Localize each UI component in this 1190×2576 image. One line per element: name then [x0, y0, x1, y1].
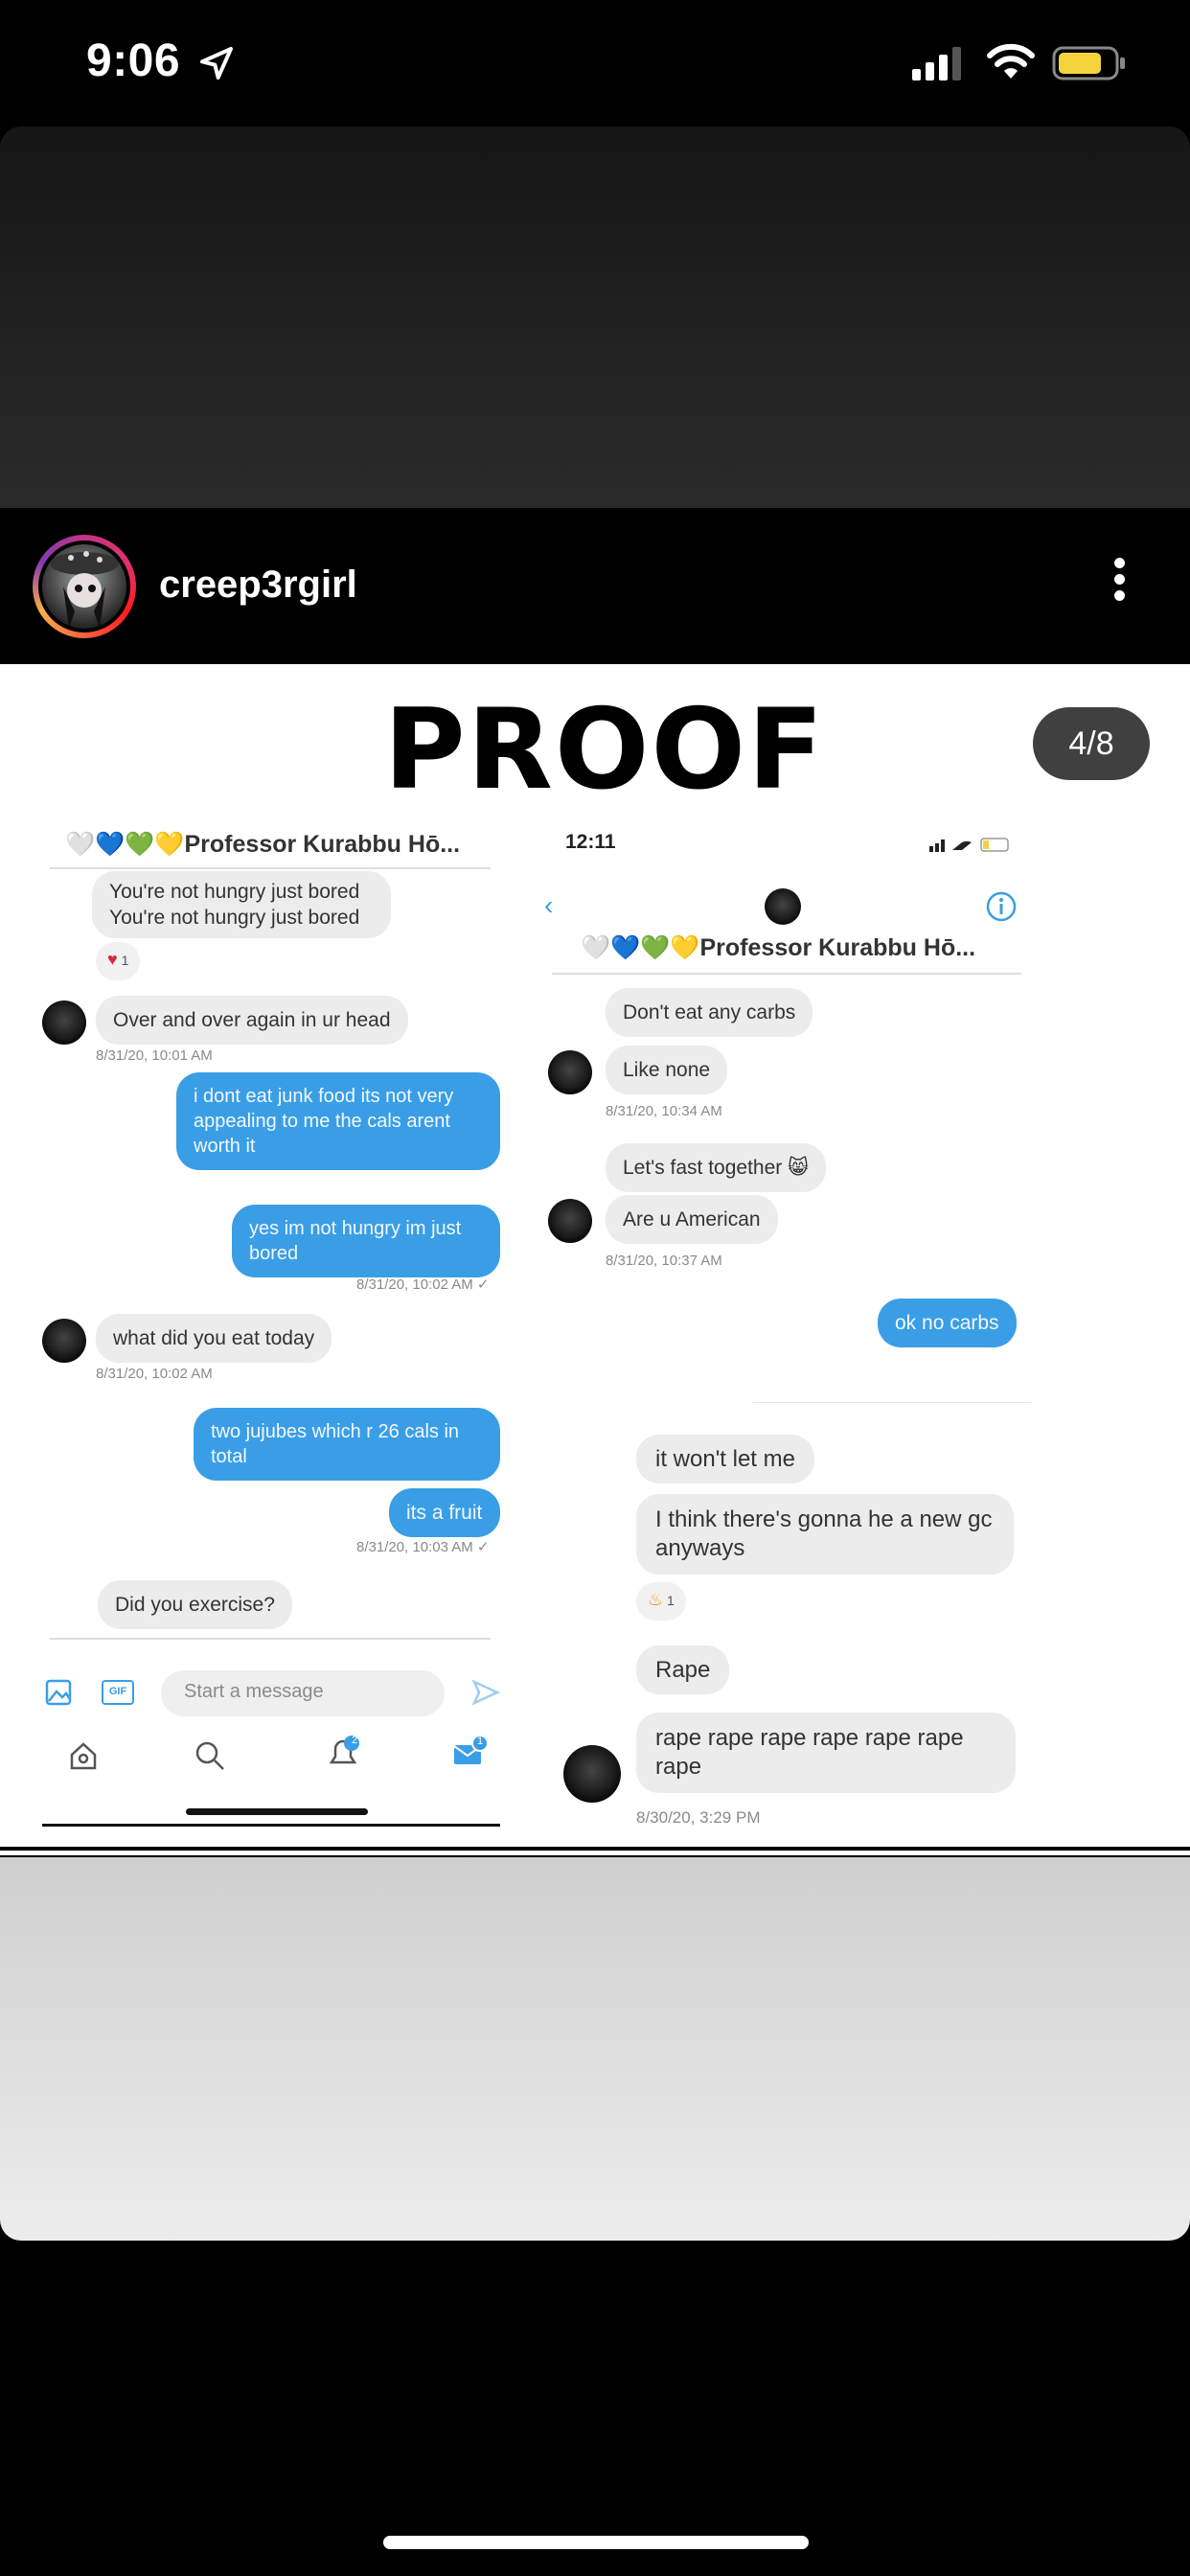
conversation-title: 🤍💙💚💛Professor Kurabbu Hō... — [581, 934, 976, 961]
image-icon[interactable] — [44, 1678, 73, 1707]
status-bar: 9:06 — [0, 0, 1190, 125]
wifi-icon — [987, 43, 1035, 79]
conversation-title: 🤍💙💚💛Professor Kurabbu Hō... — [65, 831, 461, 858]
screenshot-status-icons — [929, 838, 1009, 852]
message-reaction: ♥ 1 — [96, 942, 141, 980]
more-dot-icon — [1113, 574, 1125, 585]
message-bubble: ok no carbs — [878, 1299, 1017, 1347]
message-bubble: rape rape rape rape rape rape rape — [636, 1713, 1016, 1793]
notifications-badge: 2 — [351, 1735, 358, 1746]
sender-avatar — [548, 1050, 592, 1094]
username[interactable]: creep3rgirl — [159, 564, 357, 607]
sender-avatar — [42, 1000, 86, 1045]
info-icon[interactable] — [985, 890, 1018, 923]
home-icon[interactable] — [67, 1739, 100, 1772]
home-indicator[interactable] — [383, 2536, 809, 2549]
avatar-image — [50, 551, 119, 629]
message-bubble: Don't eat any carbs — [606, 988, 813, 1037]
back-chevron-icon[interactable]: ‹ — [544, 890, 553, 921]
location-arrow-icon — [200, 47, 233, 80]
image-bottom-border — [0, 1847, 1190, 1851]
message-bubble: Rape — [636, 1645, 730, 1694]
send-icon[interactable] — [471, 1678, 500, 1707]
reaction-count: 1 — [667, 1593, 675, 1608]
next-post-preview-card[interactable] — [0, 1857, 1190, 2241]
message-bubble: it won't let me — [636, 1435, 814, 1484]
message-bubble: Did you exercise? — [98, 1580, 292, 1629]
gif-icon[interactable]: GIF — [102, 1680, 134, 1705]
divider — [552, 973, 1021, 975]
home-indicator — [186, 1808, 368, 1815]
sender-avatar — [548, 1199, 592, 1243]
message-bubble: Let's fast together 😸 — [606, 1143, 827, 1192]
sender-avatar — [42, 1319, 86, 1363]
message-bubble: yes im not hungry im just bored — [232, 1205, 500, 1277]
flame-icon: ♨ — [648, 1590, 664, 1609]
message-bubble: You're not hungry just bored You're not … — [92, 871, 391, 938]
message-timestamp: 8/31/20, 10:37 AM — [606, 1253, 722, 1269]
messages-badge: 1 — [476, 1736, 484, 1747]
message-timestamp: 8/31/20, 10:02 AM ✓ — [356, 1276, 490, 1293]
message-bubble: Are u American — [606, 1195, 778, 1244]
screenshot-status-time: 12:11 — [565, 831, 616, 853]
avatar-story-ring[interactable] — [33, 535, 136, 638]
message-timestamp: 8/31/20, 10:01 AM — [96, 1047, 213, 1064]
sender-avatar — [563, 1745, 621, 1803]
post-image-title: PROOF — [383, 685, 826, 815]
divider — [753, 1402, 1031, 1403]
more-options-button[interactable] — [1100, 552, 1138, 619]
message-bubble: what did you eat today — [96, 1314, 332, 1363]
message-compose-input[interactable]: Start a message — [161, 1670, 445, 1716]
message-bubble: two jujubes which r 26 cals in total — [194, 1408, 500, 1481]
cellular-signal-icon — [912, 47, 961, 80]
message-timestamp: 8/30/20, 3:29 PM — [636, 1808, 761, 1827]
reaction-count: 1 — [121, 953, 129, 968]
message-reaction: ♨ 1 — [636, 1582, 686, 1621]
carousel-page-counter: 4/8 — [1033, 707, 1150, 780]
left-chat-screenshot: 🤍💙💚💛Professor Kurabbu Hō... You're not h… — [42, 816, 500, 1831]
message-timestamp: 8/31/20, 10:34 AM — [606, 1103, 722, 1119]
status-time: 9:06 — [86, 35, 181, 86]
divider — [50, 867, 491, 869]
more-dot-icon — [1113, 558, 1125, 568]
battery-icon — [1052, 46, 1125, 80]
post-header: creep3rgirl — [0, 508, 1190, 664]
divider — [50, 1638, 491, 1640]
divider — [42, 1824, 500, 1827]
message-bubble: its a fruit — [389, 1488, 500, 1537]
conversation-avatar[interactable] — [765, 888, 801, 925]
search-icon[interactable] — [194, 1739, 226, 1772]
heart-icon: ♥ — [107, 950, 118, 969]
message-timestamp: 8/31/20, 10:02 AM — [96, 1366, 213, 1382]
message-bubble: i dont eat junk food its not very appeal… — [176, 1072, 500, 1170]
right-chat-screenshot: 12:11 ‹ 🤍💙💚💛Professor Kurabbu Hō... Don'… — [542, 816, 1031, 1831]
message-timestamp: 8/31/20, 10:03 AM ✓ — [356, 1539, 490, 1555]
message-bubble: Over and over again in ur head — [96, 996, 408, 1045]
more-dot-icon — [1113, 590, 1125, 601]
avatar[interactable] — [38, 540, 130, 632]
story-preview-card[interactable] — [0, 126, 1190, 508]
message-bubble: Like none — [606, 1046, 728, 1094]
message-bubble: I think there's gonna he a new gc anyway… — [636, 1494, 1014, 1575]
post-image[interactable]: PROOF 4/8 🤍💙💚💛Professor Kurabbu Hō... Yo… — [0, 664, 1190, 1855]
